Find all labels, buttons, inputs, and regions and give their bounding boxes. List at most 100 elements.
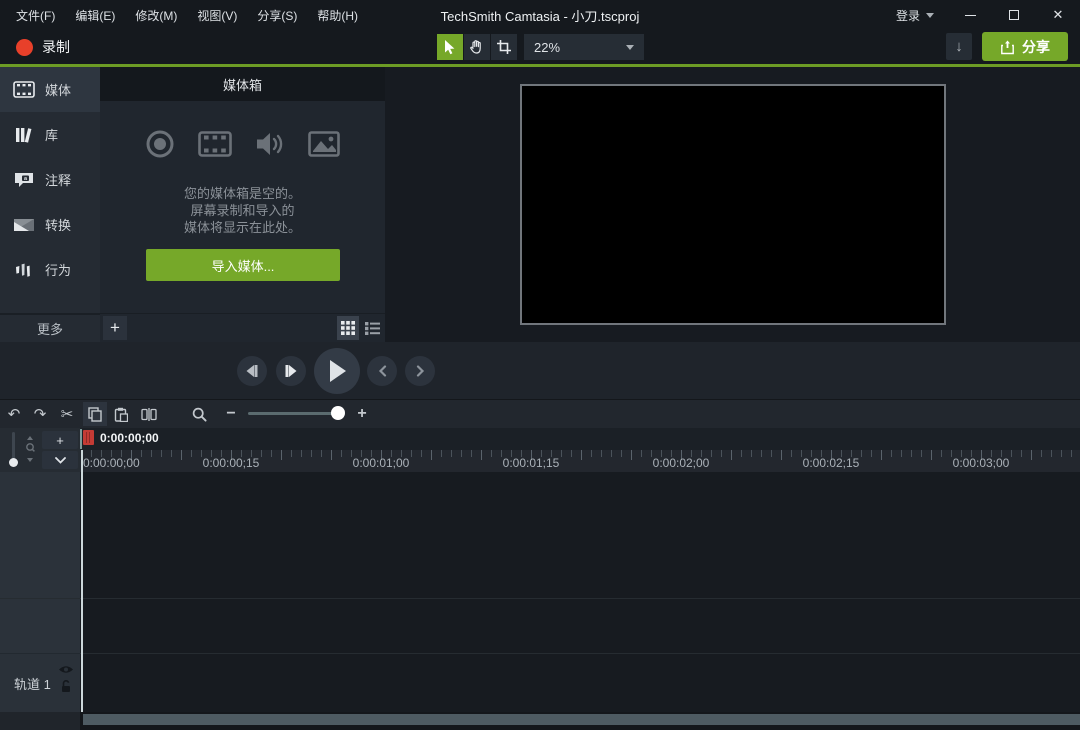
sidebar-item-label: 注释 — [45, 170, 71, 189]
collapse-tracks-button[interactable] — [42, 451, 78, 469]
minimize-button[interactable] — [948, 0, 992, 30]
app-toolbar: 录制 22% ↓ 分享 — [0, 30, 1080, 64]
grid-view-button[interactable] — [337, 316, 359, 340]
canvas-zoom-select[interactable]: 22% — [524, 34, 644, 60]
sidebar-item-label: 媒体 — [45, 80, 71, 99]
hand-icon — [469, 39, 485, 55]
timeline-tracks[interactable]: 轨道 1 — [0, 472, 1080, 712]
login-button[interactable]: 登录 — [882, 7, 948, 24]
sidebar-item-annotations[interactable]: a 注释 — [0, 157, 100, 202]
ruler-label: 0:00:02;00 — [653, 456, 710, 470]
grid-view-icon — [341, 321, 355, 335]
close-icon: ✕ — [1053, 7, 1064, 23]
import-media-button[interactable]: 导入媒体... — [146, 249, 340, 281]
plus-icon: + — [357, 405, 366, 423]
menu-edit[interactable]: 编辑(E) — [67, 3, 123, 28]
split-button[interactable] — [137, 402, 161, 426]
timeline-zoom-slider[interactable] — [248, 412, 342, 415]
undo-icon: ↶ — [8, 405, 21, 423]
share-icon — [1000, 39, 1015, 55]
plus-icon: + — [56, 433, 64, 448]
copy-icon — [88, 407, 102, 422]
playback-bar: 00:00 / 00:00 30 fps 属性 — [0, 342, 1080, 400]
chevron-down-icon — [926, 13, 934, 18]
horizontal-scrollbar[interactable] — [83, 714, 1080, 725]
timeline-ruler[interactable]: 0:00:00;00 0:00:00;000:00:00;150:00:01;0… — [0, 428, 1080, 472]
menu-modify[interactable]: 修改(M) — [127, 3, 185, 28]
play-button[interactable] — [314, 348, 360, 394]
paste-icon — [114, 407, 128, 422]
share-button[interactable]: 分享 — [982, 32, 1068, 61]
redo-button[interactable]: ↷ — [28, 402, 52, 426]
cursor-tool-button[interactable] — [437, 34, 463, 60]
step-forward-button[interactable] — [276, 356, 306, 386]
sidebar-item-media[interactable]: 媒体 — [0, 67, 100, 112]
list-view-button[interactable] — [361, 316, 383, 340]
menu-help[interactable]: 帮助(H) — [309, 3, 366, 28]
playhead-stem[interactable] — [81, 450, 83, 724]
jump-forward-icon — [416, 365, 425, 377]
step-forward-icon — [284, 365, 298, 377]
hand-tool-button[interactable] — [464, 34, 490, 60]
menu-file[interactable]: 文件(F) — [8, 3, 63, 28]
close-button[interactable]: ✕ — [1036, 0, 1080, 30]
ruler-label: 0:00:03;00 — [953, 456, 1010, 470]
image-icon — [308, 131, 340, 157]
jump-forward-button[interactable] — [405, 356, 435, 386]
camtasia-window: 文件(F) 编辑(E) 修改(M) 视图(V) 分享(S) 帮助(H) Tech… — [0, 0, 1080, 730]
plus-icon: + — [110, 318, 120, 338]
zoom-out-button[interactable]: − — [221, 402, 241, 426]
track-separator — [0, 653, 1080, 654]
menu-view[interactable]: 视图(V) — [189, 3, 245, 28]
record-icon — [16, 39, 33, 56]
maximize-button[interactable] — [992, 0, 1036, 30]
callout-icon: a — [13, 171, 35, 189]
track-height-thumb[interactable] — [9, 458, 18, 467]
sidebar-item-label: 转换 — [45, 215, 71, 234]
canvas-zoom-value: 22% — [534, 40, 560, 55]
sidebar-item-transitions[interactable]: 转换 — [0, 202, 100, 247]
filmstrip-icon — [198, 131, 232, 157]
media-bin-title: 媒体箱 — [223, 75, 262, 94]
crop-tool-button[interactable] — [491, 34, 517, 60]
download-icon: ↓ — [955, 38, 963, 55]
prev-frame-button[interactable] — [237, 356, 267, 386]
timeline-bottom-strip — [0, 712, 1080, 730]
empty-state-text: 您的媒体箱是空的。 屏幕录制和导入的 媒体将显示在此处。 — [100, 185, 385, 236]
lock-open-icon[interactable] — [60, 679, 72, 693]
sidebar-more-button[interactable]: 更多 — [0, 313, 100, 342]
cursor-icon — [442, 39, 458, 55]
zoom-in-button[interactable]: + — [352, 402, 372, 426]
chevron-down-icon — [626, 45, 634, 50]
books-icon — [13, 126, 35, 144]
timeline-zoom-thumb[interactable] — [331, 406, 345, 420]
track-1-header[interactable]: 轨道 1 — [0, 653, 80, 712]
timeline-zoom-button[interactable] — [187, 402, 211, 426]
share-label: 分享 — [1022, 37, 1050, 57]
ruler-label: 0:00:01;00 — [353, 456, 410, 470]
cut-button[interactable]: ✂ — [55, 402, 79, 426]
sidebar-item-label: 行为 — [45, 260, 71, 279]
preview-canvas[interactable] — [520, 84, 946, 325]
jump-back-button[interactable] — [367, 356, 397, 386]
empty-state-icons — [100, 129, 385, 159]
cut-icon: ✂ — [61, 405, 74, 423]
sidebar-item-behaviors[interactable]: 行为 — [0, 247, 100, 292]
sidebar-item-library[interactable]: 库 — [0, 112, 100, 157]
track-zoom-icon — [24, 434, 36, 464]
ruler-label: 0:00:02;15 — [803, 456, 860, 470]
copy-button[interactable] — [83, 402, 107, 426]
eye-icon[interactable] — [58, 664, 74, 675]
menu-share[interactable]: 分享(S) — [249, 3, 305, 28]
track-separator — [0, 598, 1080, 599]
media-bin-panel: 媒体箱 您的媒体箱是空的。 屏幕录制和导入的 媒体将显示在此处。 导入媒体...… — [100, 67, 385, 342]
canvas-area — [385, 67, 1080, 342]
undo-button[interactable]: ↶ — [2, 402, 26, 426]
download-button[interactable]: ↓ — [946, 33, 972, 60]
ruler-label: 0:00:00;15 — [203, 456, 260, 470]
paste-button[interactable] — [109, 402, 133, 426]
playhead-handle[interactable] — [83, 430, 94, 445]
record-button[interactable]: 录制 — [10, 33, 76, 61]
add-media-button[interactable]: + — [103, 316, 127, 340]
add-track-button[interactable]: + — [42, 431, 78, 449]
